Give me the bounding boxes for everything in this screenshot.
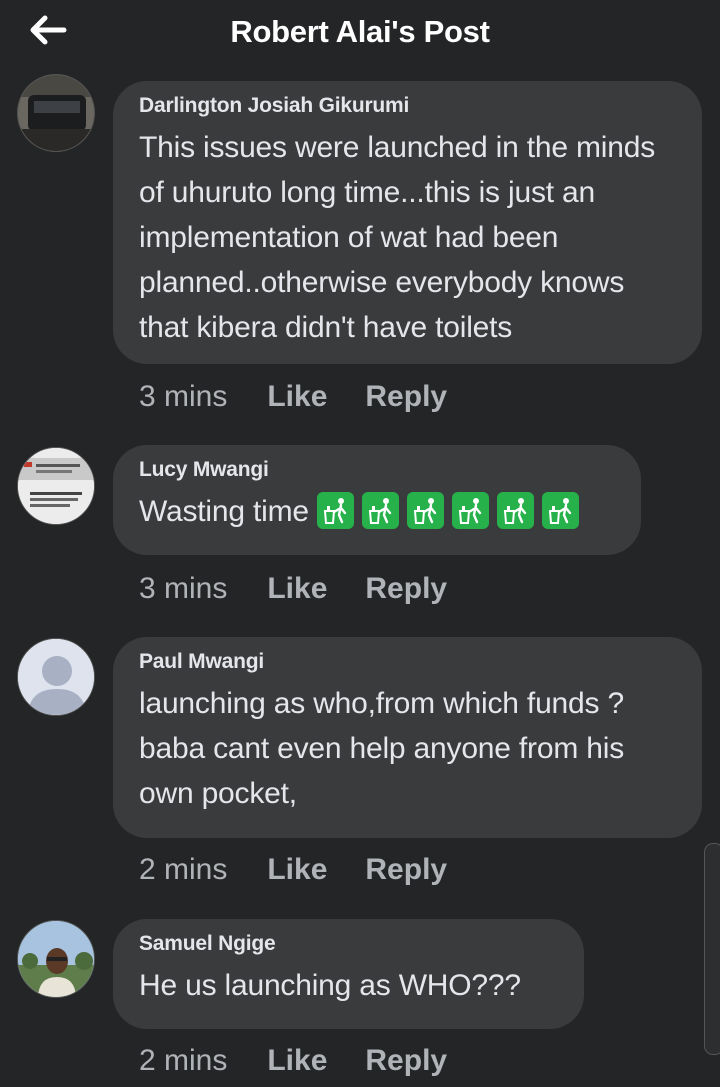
scrollbar[interactable] xyxy=(704,843,720,1055)
top-bar: Robert Alai's Post xyxy=(0,0,720,70)
avatar[interactable] xyxy=(17,920,95,998)
reply-button[interactable]: Reply xyxy=(365,380,447,414)
default-avatar-icon xyxy=(18,639,94,715)
comment-actions: 3 mins Like Reply xyxy=(139,380,447,414)
comment-bubble[interactable]: Paul Mwangi launching as who,from which … xyxy=(113,637,702,838)
like-button[interactable]: Like xyxy=(267,572,327,606)
litter-in-bin-icon xyxy=(496,492,534,529)
comment-actions: 2 mins Like Reply xyxy=(139,1044,447,1078)
comment-text: This issues were launched in the minds o… xyxy=(139,131,655,344)
comment-actions: 3 mins Like Reply xyxy=(139,572,447,606)
like-button[interactable]: Like xyxy=(267,380,327,414)
litter-in-bin-icon xyxy=(316,492,354,529)
comment-author[interactable]: Darlington Josiah Gikurumi xyxy=(139,93,676,119)
litter-in-bin-icon xyxy=(451,492,489,529)
comment-text-line: Wasting time xyxy=(139,489,615,534)
litter-in-bin-icon xyxy=(361,492,399,529)
avatar-image xyxy=(18,921,94,997)
comment-author[interactable]: Samuel Ngige xyxy=(139,931,558,957)
avatar[interactable] xyxy=(17,638,95,716)
like-button[interactable]: Like xyxy=(267,1044,327,1078)
reply-button[interactable]: Reply xyxy=(365,853,447,887)
avatar-image xyxy=(18,448,94,524)
comment-bubble[interactable]: Samuel Ngige He us launching as WHO??? xyxy=(113,919,584,1029)
emoji-row xyxy=(309,492,579,529)
litter-in-bin-icon xyxy=(406,492,444,529)
comment-author[interactable]: Paul Mwangi xyxy=(139,649,676,675)
comment-timestamp[interactable]: 2 mins xyxy=(139,853,227,887)
comment-author[interactable]: Lucy Mwangi xyxy=(139,457,615,483)
reply-button[interactable]: Reply xyxy=(365,1044,447,1078)
comment-timestamp[interactable]: 2 mins xyxy=(139,1044,227,1078)
avatar[interactable] xyxy=(17,447,95,525)
comment-actions: 2 mins Like Reply xyxy=(139,853,447,887)
comment-text: launching as who,from which funds ?baba … xyxy=(139,687,624,810)
comment-text: He us launching as WHO??? xyxy=(139,969,521,1002)
avatar-image xyxy=(18,75,94,151)
litter-in-bin-icon xyxy=(541,492,579,529)
page-title: Robert Alai's Post xyxy=(230,14,490,49)
comment-text: Wasting time xyxy=(139,495,309,528)
comment-timestamp[interactable]: 3 mins xyxy=(139,380,227,414)
like-button[interactable]: Like xyxy=(267,853,327,887)
avatar[interactable] xyxy=(17,74,95,152)
comment-bubble[interactable]: Darlington Josiah Gikurumi This issues w… xyxy=(113,81,702,364)
reply-button[interactable]: Reply xyxy=(365,572,447,606)
comment-timestamp[interactable]: 3 mins xyxy=(139,572,227,606)
comment-bubble[interactable]: Lucy Mwangi Wasting time xyxy=(113,445,641,555)
